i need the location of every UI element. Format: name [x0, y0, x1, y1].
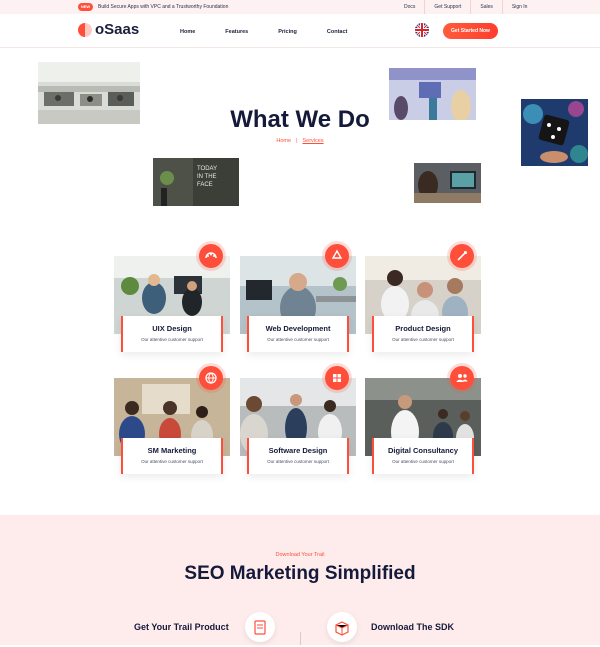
service-subtitle: Our attentive customer support [141, 459, 203, 464]
site-header: oSaas Home Features Pricing Contact Get … [0, 14, 600, 48]
nav-features[interactable]: Features [225, 28, 248, 36]
breadcrumb-home[interactable]: Home [276, 138, 291, 144]
breadcrumb: Home | Services [0, 137, 600, 145]
service-title[interactable]: Software Design [249, 446, 347, 456]
service-subtitle: Our attentive customer support [392, 459, 454, 464]
announcement-text[interactable]: Build Secure Apps with VPC and a Trustwo… [98, 3, 228, 11]
top-link-signin[interactable]: Sign In [501, 0, 537, 14]
sdk-download-icon[interactable] [327, 612, 357, 642]
logo-text[interactable]: oSaas [95, 22, 139, 38]
trail-product-label[interactable]: Get Your Trail Product [134, 621, 229, 633]
service-card-software-design[interactable]: Software Design Our attentive customer s… [240, 366, 356, 482]
service-card-sm-marketing[interactable]: SM Marketing Our attentive customer supp… [114, 366, 230, 482]
grid-icon [325, 366, 349, 390]
service-info: Product Design Our attentive customer su… [372, 316, 474, 352]
pen-icon [450, 244, 474, 268]
svg-text:FACE: FACE [197, 182, 213, 188]
new-badge: NEW [78, 3, 93, 11]
service-info: Digital Consultancy Our attentive custom… [372, 438, 474, 474]
top-link-sales[interactable]: Sales [470, 0, 502, 14]
service-title[interactable]: UIX Design [123, 324, 221, 334]
service-info: UIX Design Our attentive customer suppor… [121, 316, 223, 352]
globe-icon [199, 366, 223, 390]
users-icon [450, 366, 474, 390]
palette-icon [199, 244, 223, 268]
trail-product-icon[interactable] [245, 612, 275, 642]
service-subtitle: Our attentive customer support [141, 337, 203, 342]
section-divider [300, 632, 301, 645]
service-title[interactable]: Product Design [374, 324, 472, 334]
sdk-download-label[interactable]: Download The SDK [371, 621, 454, 633]
page-title: What We Do [230, 106, 370, 133]
breadcrumb-current: Services [302, 138, 324, 144]
get-started-button[interactable]: Get Started Now [443, 23, 498, 39]
nav-contact[interactable]: Contact [327, 28, 347, 36]
service-info: Software Design Our attentive customer s… [247, 438, 349, 474]
top-link-docs[interactable]: Docs [395, 0, 424, 14]
service-subtitle: Our attentive customer support [267, 459, 329, 464]
seo-eyebrow: Download Your Trail [275, 552, 325, 558]
recycle-icon [325, 244, 349, 268]
svg-text:TODAY: TODAY [197, 166, 217, 172]
hero-photo-laptop [414, 163, 481, 203]
service-info: Web Development Our attentive customer s… [247, 316, 349, 352]
uk-flag-icon[interactable] [415, 23, 429, 37]
breadcrumb-separator: | [296, 138, 298, 144]
top-links: Docs Get Support Sales Sign In [395, 0, 536, 14]
nav-home[interactable]: Home [180, 28, 195, 36]
svg-text:IN THE: IN THE [197, 174, 217, 180]
service-title[interactable]: Digital Consultancy [374, 446, 472, 456]
service-title[interactable]: Web Development [249, 324, 347, 334]
seo-title: SEO Marketing Simplified [184, 563, 416, 584]
service-subtitle: Our attentive customer support [392, 337, 454, 342]
service-title[interactable]: SM Marketing [123, 446, 221, 456]
top-link-support[interactable]: Get Support [424, 0, 470, 14]
logo-icon[interactable] [78, 23, 92, 37]
announcement-bar: NEW Build Secure Apps with VPC and a Tru… [0, 0, 600, 14]
main-nav: Home Features Pricing Contact [180, 28, 377, 36]
service-card-web-development[interactable]: Web Development Our attentive customer s… [240, 244, 356, 360]
service-card-product-design[interactable]: Product Design Our attentive customer su… [365, 244, 481, 360]
hero-photo-wall-sign: TODAY IN THE FACE [153, 158, 239, 206]
service-card-digital-consultancy[interactable]: Digital Consultancy Our attentive custom… [365, 366, 481, 482]
service-subtitle: Our attentive customer support [267, 337, 329, 342]
service-card-uix[interactable]: UIX Design Our attentive customer suppor… [114, 244, 230, 360]
service-info: SM Marketing Our attentive customer supp… [121, 438, 223, 474]
nav-pricing[interactable]: Pricing [278, 28, 297, 36]
